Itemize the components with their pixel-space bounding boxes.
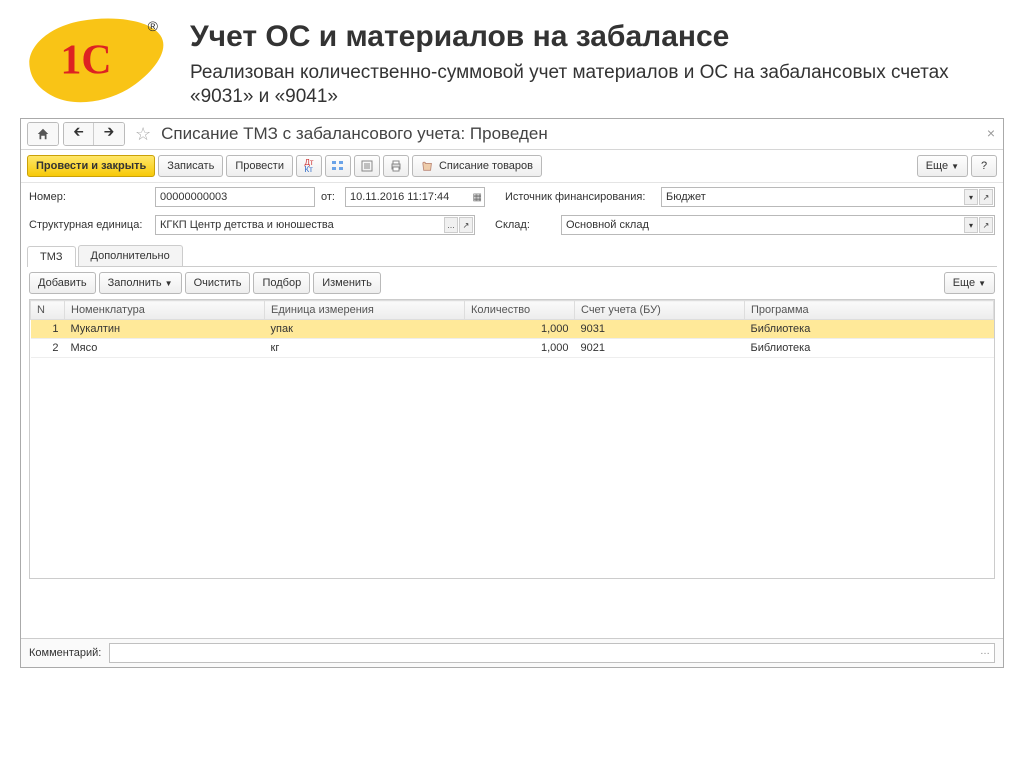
logo-1c: 1С ®	[20, 10, 170, 110]
warehouse-field[interactable]: Основной склад ▾↗	[561, 215, 995, 235]
favorite-icon[interactable]: ☆	[135, 124, 151, 145]
pick-button[interactable]: Подбор	[253, 272, 310, 294]
col-qty[interactable]: Количество	[465, 301, 575, 320]
page-subtitle: Реализован количественно-суммовой учет м…	[190, 61, 1004, 110]
calendar-icon[interactable]: ▦	[473, 192, 482, 203]
writeoff-goods-button[interactable]: Списание товаров	[412, 155, 542, 177]
col-account[interactable]: Счет учета (БУ)	[575, 301, 745, 320]
more-button[interactable]: Еще ▼	[917, 155, 968, 177]
add-button[interactable]: Добавить	[29, 272, 96, 294]
help-button[interactable]: ?	[971, 155, 997, 177]
comment-label: Комментарий:	[29, 647, 101, 659]
goods-table[interactable]: N Номенклатура Единица измерения Количес…	[29, 299, 995, 579]
clear-button[interactable]: Очистить	[185, 272, 251, 294]
col-nomen[interactable]: Номенклатура	[65, 301, 265, 320]
registered-icon: ®	[148, 18, 158, 34]
change-button[interactable]: Изменить	[313, 272, 381, 294]
print-icon[interactable]	[383, 155, 409, 177]
navbar: 🡰 🡲 ☆ Списание ТМЗ с забалансового учета…	[21, 119, 1003, 150]
dtkt-icon[interactable]: ДтКт	[296, 155, 322, 177]
open-icon[interactable]: ↗	[979, 189, 993, 205]
home-button[interactable]	[28, 123, 58, 145]
post-button[interactable]: Провести	[226, 155, 293, 177]
open-icon[interactable]: ↗	[459, 217, 473, 233]
main-toolbar: Провести и закрыть Записать Провести ДтК…	[21, 150, 1003, 183]
col-program[interactable]: Программа	[745, 301, 994, 320]
forward-button[interactable]: 🡲	[94, 123, 124, 145]
document-title: Списание ТМЗ с забалансового учета: Пров…	[161, 124, 548, 144]
writeoff-label: Списание товаров	[439, 160, 533, 172]
back-button[interactable]: 🡰	[64, 123, 94, 145]
close-icon[interactable]: ×	[987, 125, 995, 141]
report-icon[interactable]	[354, 155, 380, 177]
page-title: Учет ОС и материалов на забалансе	[190, 20, 1004, 55]
structure-icon[interactable]	[325, 155, 351, 177]
date-field[interactable]: 10.11.2016 11:17:44▦	[345, 187, 485, 207]
fill-button[interactable]: Заполнить▼	[99, 272, 182, 294]
col-unit[interactable]: Единица измерения	[265, 301, 465, 320]
ellipsis-icon[interactable]: …	[444, 217, 458, 233]
source-label: Источник финансирования:	[505, 191, 655, 203]
unit-label: Структурная единица:	[29, 219, 149, 231]
post-and-close-button[interactable]: Провести и закрыть	[27, 155, 155, 177]
number-field[interactable]: 00000000003	[155, 187, 315, 207]
tab-additional[interactable]: Дополнительно	[78, 245, 183, 266]
dropdown-icon[interactable]: ▾	[964, 189, 978, 205]
warehouse-label: Склад:	[495, 219, 555, 231]
col-n[interactable]: N	[31, 301, 65, 320]
number-label: Номер:	[29, 191, 149, 203]
ellipsis-icon[interactable]: …	[980, 646, 990, 657]
svg-text:1С: 1С	[60, 38, 111, 84]
app-window: × 🡰 🡲 ☆ Списание ТМЗ с забалансового уче…	[20, 118, 1004, 668]
table-row[interactable]: 1 Мукалтин упак 1,000 9031 Библиотека	[31, 320, 994, 339]
tab-tmz[interactable]: ТМЗ	[27, 246, 76, 267]
source-field[interactable]: Бюджет ▾↗	[661, 187, 995, 207]
unit-field[interactable]: КГКП Центр детства и юношества …↗	[155, 215, 475, 235]
date-label: от:	[321, 191, 335, 203]
table-row[interactable]: 2 Мясо кг 1,000 9021 Библиотека	[31, 339, 994, 358]
dropdown-icon[interactable]: ▾	[964, 217, 978, 233]
comment-field[interactable]: …	[109, 643, 995, 663]
open-icon[interactable]: ↗	[979, 217, 993, 233]
write-button[interactable]: Записать	[158, 155, 223, 177]
table-more-button[interactable]: Еще▼	[944, 272, 995, 294]
